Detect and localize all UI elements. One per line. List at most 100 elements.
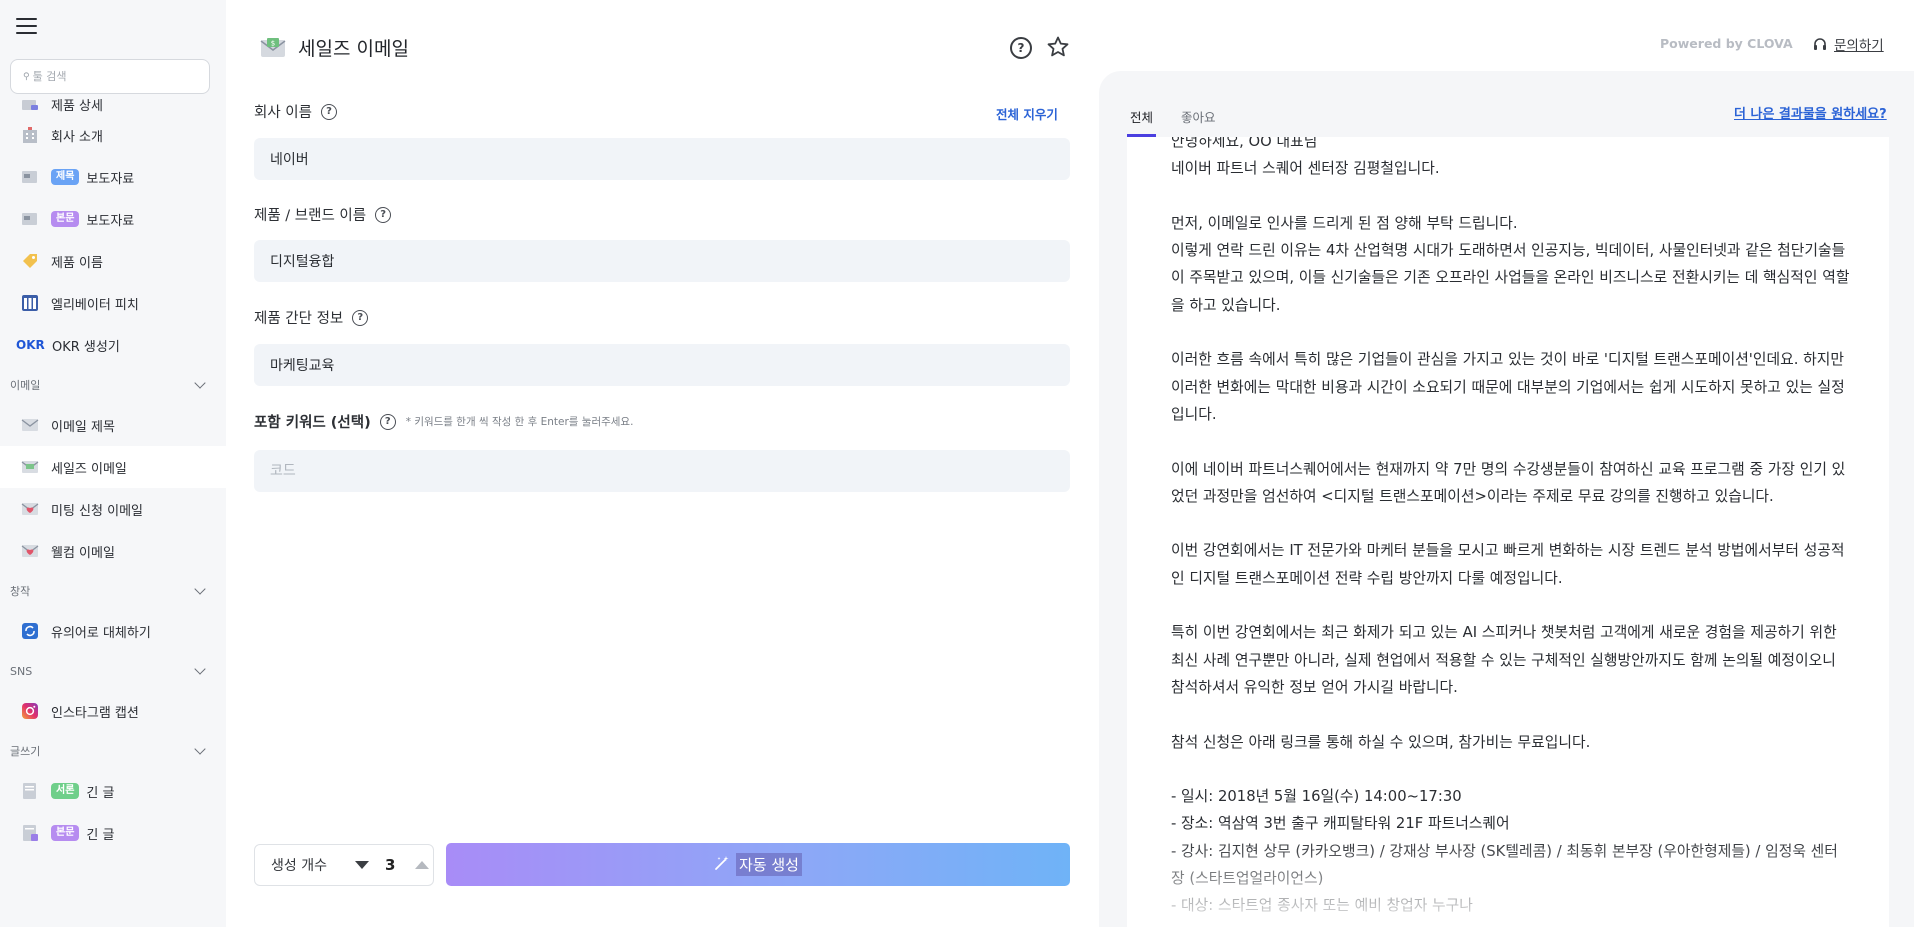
sidebar-item-label: 인스타그램 캡션: [51, 705, 139, 721]
badge-title: 제목: [51, 169, 80, 185]
sidebar-item-label: 세일즈 이메일: [51, 461, 127, 477]
sidebar-group-writing[interactable]: 글쓰기: [0, 732, 226, 770]
sidebar-item-press-title[interactable]: 제목 보도자료: [0, 156, 226, 198]
document-icon: [21, 782, 39, 800]
sidebar-item-label: 보도자료: [86, 171, 135, 187]
badge-body: 본문: [51, 211, 80, 227]
tab-likes[interactable]: 좋아요: [1178, 107, 1219, 137]
field-label-text: 포함 키워드 (선택): [254, 415, 371, 431]
heart-envelope-icon: [21, 542, 39, 560]
chevron-down-icon: [194, 377, 206, 389]
group-label: 이메일: [10, 379, 41, 392]
sidebar-item-company-intro[interactable]: 회사 소개: [0, 114, 226, 156]
sidebar-item-label: 미팅 신청 이메일: [51, 503, 143, 519]
better-results-link[interactable]: 더 나은 결과물을 원하세요?: [1734, 103, 1887, 122]
newspaper-icon: [21, 168, 39, 186]
magic-wand-icon: [714, 855, 730, 875]
document-icon: [21, 96, 39, 114]
field-label-text: 제품 / 브랜드 이름: [254, 208, 367, 224]
sidebar-group-create[interactable]: 창작: [0, 572, 226, 610]
menu-icon[interactable]: [16, 18, 37, 34]
help-icon[interactable]: ?: [375, 206, 392, 223]
powered-by: Powered by CLOVA: [1660, 36, 1793, 51]
sidebar-item-label: 웰컴 이메일: [51, 545, 115, 561]
sidebar-group-email[interactable]: 이메일: [0, 366, 226, 404]
keyword-field[interactable]: [254, 450, 1070, 492]
tool-search-input[interactable]: [32, 70, 199, 83]
generate-label: 자동 생성: [736, 853, 802, 876]
help-icon[interactable]: ?: [379, 413, 396, 430]
sidebar-item-label: 보도자료: [86, 213, 135, 229]
count-value: 3: [384, 856, 396, 874]
building-icon: [21, 126, 39, 144]
sidebar-item-label: 긴 글: [86, 785, 115, 801]
fade-overlay: [1127, 837, 1889, 927]
keyword-label: 포함 키워드 (선택) ? * 키워드를 한개 씩 작성 한 후 Enter를 …: [254, 411, 633, 432]
sidebar-item-label: 제품 상세: [51, 99, 103, 114]
sidebar-item-product-detail[interactable]: 제품 상세: [0, 90, 226, 114]
instagram-icon: [21, 702, 39, 720]
decrement-icon[interactable]: [354, 861, 369, 869]
group-label: 창작: [10, 585, 31, 598]
form-panel: $ 세일즈 이메일 ? 회사 이름 ? 전체 지우기 제품 / 브랜드 이름 ?…: [226, 0, 1096, 927]
star-icon[interactable]: [1046, 35, 1070, 59]
count-label: 생성 개수: [271, 858, 327, 874]
help-icon[interactable]: ?: [1010, 37, 1032, 59]
count-selector[interactable]: 생성 개수 3: [254, 844, 434, 886]
keyword-hint: * 키워드를 한개 씩 작성 한 후 Enter를 눌러주세요.: [405, 416, 634, 428]
help-icon[interactable]: ?: [352, 309, 369, 326]
result-text: 안녕하세요, OO 대표님 네이버 파트너 스퀘어 센터장 김평철입니다. 먼저…: [1171, 137, 1850, 914]
tab-all[interactable]: 전체: [1127, 107, 1157, 137]
sidebar-item-elevator-pitch[interactable]: 엘리베이터 피치: [0, 282, 226, 324]
sidebar-item-long-body[interactable]: 본문 긴 글: [0, 812, 226, 854]
sidebar-list: 제품 상세 회사 소개 제목 보도자료 본문 보도자료 제품 이름 엘리베이터 …: [0, 96, 226, 854]
money-envelope-icon: $: [260, 37, 286, 59]
headset-icon: [1814, 38, 1826, 50]
field-label-text: 회사 이름: [254, 105, 312, 121]
sidebar-item-synonym[interactable]: 유의어로 대체하기: [0, 610, 226, 652]
company-name-input[interactable]: [270, 151, 1070, 167]
sidebar-item-instagram-caption[interactable]: 인스타그램 캡션: [0, 690, 226, 732]
sidebar-item-long-intro[interactable]: 서론 긴 글: [0, 770, 226, 812]
heart-envelope-icon: [21, 500, 39, 518]
tag-icon: [21, 252, 39, 270]
brand-name-input[interactable]: [270, 253, 1070, 269]
sidebar-item-press-body[interactable]: 본문 보도자료: [0, 198, 226, 240]
brand-name-label: 제품 / 브랜드 이름 ?: [254, 204, 392, 225]
page-header: $ 세일즈 이메일: [260, 34, 409, 61]
sidebar-item-sales-email[interactable]: 세일즈 이메일: [0, 446, 226, 488]
sidebar-item-label: 엘리베이터 피치: [51, 297, 139, 313]
product-info-field[interactable]: [254, 344, 1070, 386]
tool-search-box[interactable]: ⚲: [10, 59, 210, 94]
help-icon[interactable]: ?: [320, 103, 337, 120]
company-name-field[interactable]: [254, 138, 1070, 180]
sidebar-item-product-name[interactable]: 제품 이름: [0, 240, 226, 282]
sidebar-group-sns[interactable]: SNS: [0, 652, 226, 690]
result-panel: 전체 좋아요 더 나은 결과물을 원하세요? 안녕하세요, OO 대표님 네이버…: [1099, 71, 1914, 927]
sidebar-item-label: OKR 생성기: [52, 339, 120, 355]
increment-icon[interactable]: [415, 861, 430, 869]
sidebar-item-meeting-email[interactable]: 미팅 신청 이메일: [0, 488, 226, 530]
sidebar-item-label: 회사 소개: [51, 129, 103, 145]
money-envelope-icon: [21, 458, 39, 476]
envelope-icon: [21, 416, 39, 434]
contact-link[interactable]: 문의하기: [1812, 34, 1884, 54]
group-label: 글쓰기: [10, 745, 41, 758]
sidebar-item-email-title[interactable]: 이메일 제목: [0, 404, 226, 446]
product-info-label: 제품 간단 정보 ?: [254, 307, 369, 328]
sidebar-item-welcome-email[interactable]: 웰컴 이메일: [0, 530, 226, 572]
sidebar: ⚲ 제품 상세 회사 소개 제목 보도자료 본문: [0, 0, 226, 927]
badge-intro: 서론: [51, 783, 80, 799]
chevron-down-icon: [194, 663, 206, 675]
keyword-input[interactable]: [270, 463, 1070, 479]
brand-name-field[interactable]: [254, 240, 1070, 282]
generate-button[interactable]: 자동 생성: [446, 843, 1070, 886]
result-card[interactable]: 안녕하세요, OO 대표님 네이버 파트너 스퀘어 센터장 김평철입니다. 먼저…: [1127, 137, 1889, 927]
product-info-input[interactable]: [270, 357, 1070, 373]
page-title: 세일즈 이메일: [298, 38, 409, 60]
clear-all-button[interactable]: 전체 지우기: [996, 104, 1058, 123]
chevron-down-icon: [194, 743, 206, 755]
elevator-icon: [21, 294, 39, 312]
sidebar-item-label: 긴 글: [86, 827, 115, 843]
sidebar-item-okr[interactable]: OKR OKR 생성기: [0, 324, 226, 366]
